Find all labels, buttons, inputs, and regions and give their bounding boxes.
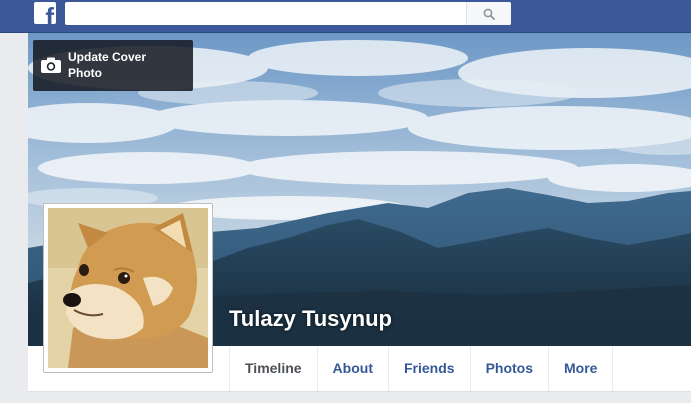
tab-timeline[interactable]: Timeline bbox=[229, 346, 317, 391]
tab-photos[interactable]: Photos bbox=[469, 346, 548, 391]
update-cover-photo-label: Update Cover Photo bbox=[68, 50, 147, 80]
profile-tabs: Timeline About Friends Photos More bbox=[229, 346, 614, 391]
search-button[interactable] bbox=[466, 2, 511, 25]
doge-avatar-image bbox=[48, 208, 208, 368]
update-cover-photo-button[interactable]: Update Cover Photo bbox=[33, 40, 193, 91]
tab-friends[interactable]: Friends bbox=[387, 346, 470, 391]
facebook-logo-icon[interactable]: f bbox=[34, 2, 56, 24]
tab-about[interactable]: About bbox=[316, 346, 388, 391]
top-navigation-bar: f bbox=[0, 0, 691, 33]
magnifier-icon bbox=[483, 8, 495, 20]
search-input[interactable] bbox=[65, 2, 511, 25]
profile-name[interactable]: Tulazy Tusynup bbox=[229, 306, 392, 332]
tab-more[interactable]: More bbox=[548, 346, 614, 391]
camera-icon bbox=[41, 57, 61, 73]
facebook-logo-letter: f bbox=[45, 2, 54, 24]
left-page-gutter bbox=[0, 33, 28, 403]
profile-picture[interactable] bbox=[43, 203, 213, 373]
